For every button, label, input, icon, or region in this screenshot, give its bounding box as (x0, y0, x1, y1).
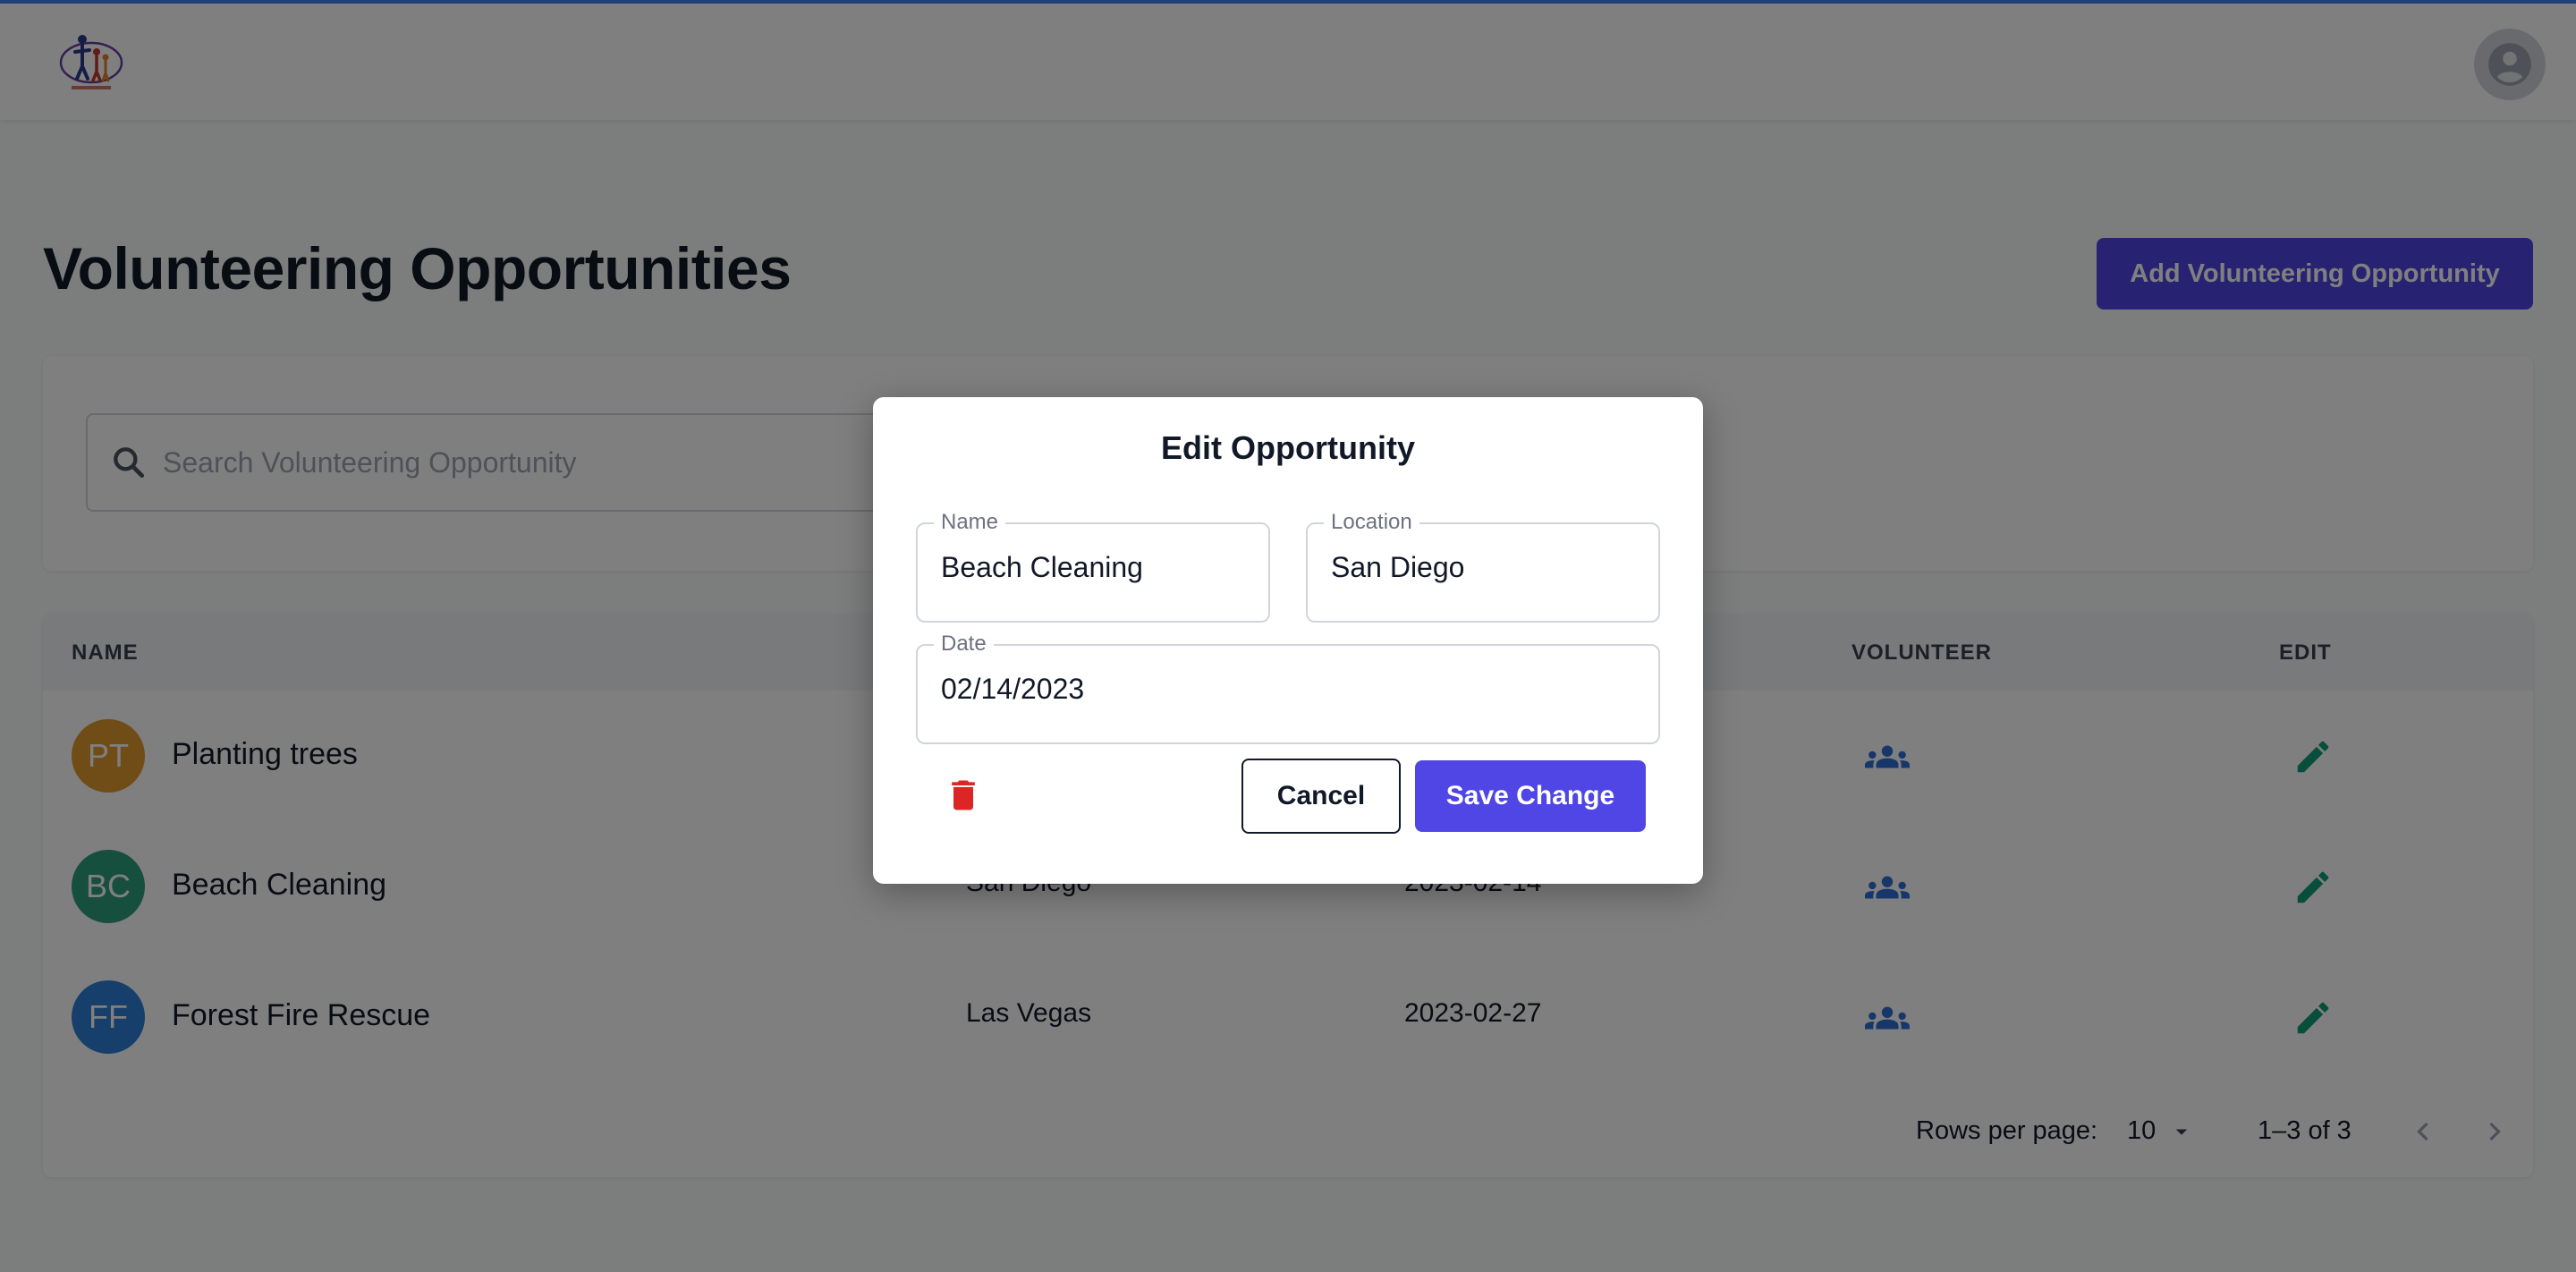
delete-button[interactable] (941, 773, 986, 818)
date-label: Date (934, 632, 994, 657)
trash-icon (952, 780, 975, 810)
save-change-button[interactable]: Save Change (1415, 760, 1646, 832)
location-label: Location (1324, 510, 1419, 535)
name-input[interactable] (941, 551, 1257, 584)
date-field[interactable]: Date (916, 632, 1660, 744)
dialog-title: Edit Opportunity (1161, 429, 1415, 466)
location-field[interactable]: Location (1306, 510, 1660, 623)
name-label: Name (934, 510, 1006, 535)
cancel-button[interactable]: Cancel (1241, 759, 1401, 834)
location-input[interactable] (1331, 551, 1647, 584)
edit-opportunity-dialog: Edit Opportunity Name Location Date Canc… (873, 397, 1703, 884)
name-field[interactable]: Name (916, 510, 1270, 623)
date-input[interactable] (941, 673, 1608, 706)
